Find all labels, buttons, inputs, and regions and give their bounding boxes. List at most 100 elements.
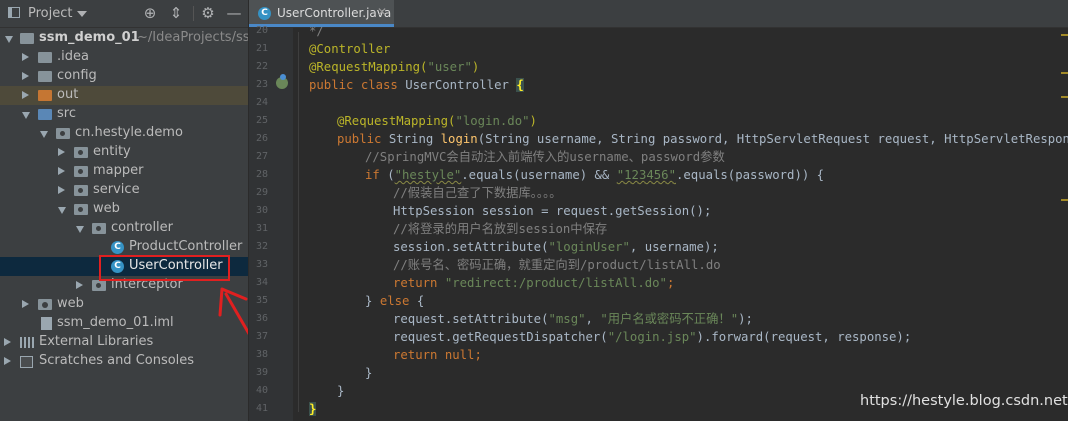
line-number: 35 (255, 295, 268, 306)
watermark: https://hestyle.blog.csdn.net (860, 393, 1068, 409)
code-comment: //账号名、密码正确，就重定向到/product/listAll.do (393, 258, 721, 272)
code-text: request.setAttribute( (393, 312, 549, 326)
code-string: "user" (427, 60, 472, 74)
line-number: 22 (255, 61, 268, 72)
fold-guide (298, 32, 299, 412)
code-line-38: return null; (393, 346, 482, 364)
code-text: { (416, 294, 425, 308)
line-number: 27 (255, 151, 268, 162)
line-number: 21 (255, 43, 268, 54)
tab-label: UserController.java (277, 6, 392, 20)
line-number: 32 (255, 241, 268, 252)
code-editor[interactable]: */ @Controller @RequestMapping("user") p… (309, 27, 1068, 421)
code-line-29: //假装自己查了下数据库。。。。 (393, 184, 562, 202)
code-string: "用户名或密码不正确！" (600, 312, 739, 326)
line-number: 29 (255, 187, 268, 198)
code-line-39: } (365, 364, 372, 382)
code-line-22: @RequestMapping("user") (309, 58, 479, 76)
line-number: 25 (255, 115, 268, 126)
code-line-23: public class UserController { (309, 76, 524, 94)
code-class-name: UserController (405, 78, 517, 92)
error-stripe-mark[interactable] (1061, 34, 1068, 36)
code-text: } (365, 366, 373, 380)
tab-usercontroller[interactable]: C UserController.java ✕ (249, 0, 394, 27)
close-icon[interactable]: ✕ (377, 5, 387, 19)
code-text: HttpSession session = request.getSession… (393, 204, 712, 218)
code-line-20: */ (309, 27, 324, 40)
line-number: 31 (255, 223, 268, 234)
code-brace: } (309, 402, 317, 416)
error-stripe-mark[interactable] (1061, 199, 1068, 201)
code-comment: //假装自己查了下数据库。。。。 (393, 186, 562, 200)
code-text: session.setAttribute( (393, 240, 549, 254)
code-annotation: @RequestMapping( (309, 60, 428, 74)
code-line-37: request.getRequestDispatcher("/login.jsp… (393, 328, 911, 346)
code-line-31: //将登录的用户名放到session中保存 (393, 220, 607, 238)
code-brace: { (516, 78, 524, 92)
code-text: .equals(password)) { (675, 168, 825, 182)
code-line-35: } else { (365, 292, 424, 310)
line-number: 26 (255, 133, 268, 144)
line-number: 39 (255, 367, 268, 378)
code-text: , (585, 312, 601, 326)
code-string: "hestyle" (394, 168, 462, 182)
code-comment: //将登录的用户名放到session中保存 (393, 222, 608, 236)
line-number: 33 (255, 259, 268, 270)
line-number: 37 (255, 331, 268, 342)
java-class-icon: C (258, 7, 271, 20)
code-method-name: login (440, 132, 478, 146)
code-keyword: public class (309, 78, 406, 92)
code-string: "msg" (548, 312, 586, 326)
annotation-arrow-head (218, 287, 248, 317)
code-line-34: return "redirect:/product/listAll.do"; (393, 274, 674, 292)
code-line-33: //账号名、密码正确，就重定向到/product/listAll.do (393, 256, 721, 274)
code-params: (String username, String password, HttpS… (477, 132, 1068, 146)
spring-bean-icon[interactable] (276, 74, 288, 89)
code-text: ( (387, 168, 395, 182)
code-annotation: ) (529, 114, 537, 128)
code-text: ).forward(request, response); (696, 330, 912, 344)
code-keyword: return (393, 276, 445, 290)
code-keyword: else (379, 294, 417, 308)
code-line-30: HttpSession session = request.getSession… (393, 202, 711, 220)
code-text: } (337, 384, 345, 398)
code-line-27: //SpringMVC会自动注入前端传入的username、password参数 (365, 148, 725, 166)
line-number: 30 (255, 205, 268, 216)
code-string: "redirect:/product/listAll.do" (444, 276, 667, 290)
code-line-28: if ("hestyle".equals(username) && "12345… (365, 166, 824, 184)
code-text: , username); (629, 240, 719, 254)
line-number: 23 (255, 79, 268, 90)
error-stripe-mark[interactable] (1061, 96, 1068, 98)
code-line-25: @RequestMapping("login.do") (337, 112, 537, 130)
code-string: "login.do" (455, 114, 530, 128)
line-number: 41 (255, 403, 268, 414)
error-stripe-mark[interactable] (1061, 72, 1068, 74)
code-line-32: session.setAttribute("loginUser", userna… (393, 238, 719, 256)
line-number: 34 (255, 277, 268, 288)
code-line-26: public String login(String username, Str… (337, 130, 1068, 148)
code-comment: */ (309, 27, 324, 38)
code-annotation: @Controller (309, 42, 391, 56)
code-annotation: @RequestMapping( (337, 114, 456, 128)
code-annotation: ) (471, 60, 480, 74)
code-keyword: public (337, 132, 389, 146)
code-text: ; (474, 348, 482, 362)
line-number: 20 (255, 25, 268, 36)
code-type: String (388, 132, 441, 146)
code-line-21: @Controller (309, 40, 390, 58)
code-line-40: } (337, 382, 344, 400)
code-keyword: return null (393, 348, 475, 362)
line-number: 36 (255, 313, 268, 324)
code-string: "loginUser" (548, 240, 630, 254)
line-number: 28 (255, 169, 268, 180)
code-string: "123456" (616, 168, 676, 182)
code-string: "/login.jsp" (607, 330, 697, 344)
code-keyword: if (365, 168, 388, 182)
code-line-36: request.setAttribute("msg", "用户名或密码不正确！"… (393, 310, 753, 328)
line-number: 24 (255, 97, 268, 108)
editor-tab-bar: C UserController.java ✕ (249, 0, 1068, 28)
code-text: } (365, 294, 380, 308)
code-text: request.getRequestDispatcher( (393, 330, 608, 344)
code-text: ; (666, 276, 675, 290)
line-number: 38 (255, 349, 268, 360)
